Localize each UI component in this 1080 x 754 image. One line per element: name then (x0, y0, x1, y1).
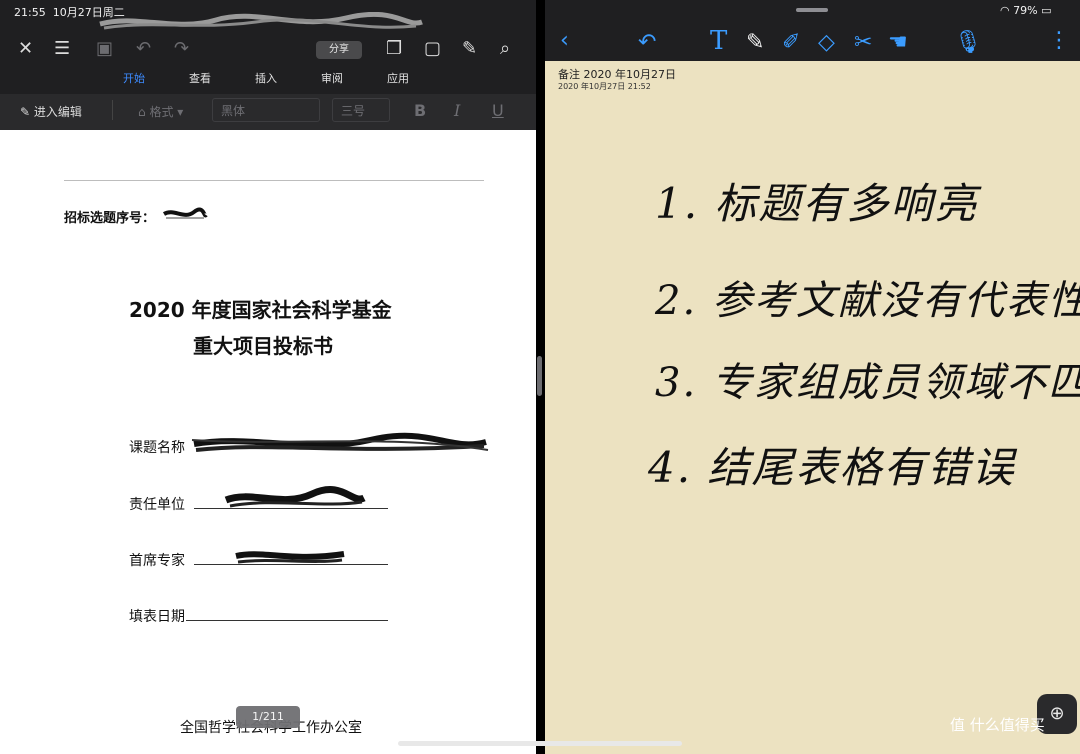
redacted-serial (162, 207, 208, 219)
pen-icon[interactable]: ✎ (462, 40, 477, 58)
doc-title-line1: 2020 年度国家社会科学基金 (129, 298, 392, 322)
tab-apps[interactable]: 应用 (387, 70, 409, 86)
handwritten-line-2: 2. 参考文献没有代表性 (655, 278, 1080, 324)
fullscreen-icon[interactable]: ▢ (424, 40, 441, 58)
enter-edit-label: 进入编辑 (33, 105, 82, 119)
zoom-in-icon: ⊕ (1049, 703, 1065, 724)
handwritten-line-1: 1. 标题有多响亮 (655, 179, 979, 228)
menu-icon[interactable]: ☰ (54, 40, 70, 58)
battery-icon: ▭ (1041, 4, 1052, 17)
battery-percent: 79% (1013, 4, 1038, 17)
eraser-icon[interactable]: ◇ (818, 32, 835, 54)
back-icon[interactable]: ‹ (560, 30, 569, 52)
highlighter-icon[interactable]: ✐ (782, 32, 800, 54)
text-tool-icon[interactable]: T (710, 28, 727, 54)
scissors-icon[interactable]: ✂ (854, 32, 872, 54)
tab-view[interactable]: 查看 (189, 70, 211, 86)
italic-button[interactable]: I (454, 101, 460, 120)
share-button[interactable]: 分享 (316, 41, 362, 59)
note-title: 备注 2020 年10月27日 (558, 68, 676, 81)
serial-number-label: 招标选题序号： (64, 211, 156, 226)
wifi-icon: ◠ (1000, 4, 1010, 17)
save-icon[interactable]: ▣ (96, 40, 113, 58)
format-button[interactable]: ⌂ 格式 ▾ (138, 103, 183, 120)
enter-edit-button[interactable]: ✎ 进入编辑 (20, 103, 82, 120)
undo-icon[interactable]: ↶ (136, 40, 151, 58)
redacted-expert (235, 551, 345, 564)
tab-insert[interactable]: 插入 (255, 70, 277, 86)
font-size-select[interactable]: 三号 (332, 98, 390, 122)
watermark: 值 什么值得买 (950, 716, 1045, 734)
toolbar-divider (112, 100, 113, 120)
edit-icon: ✎ (20, 105, 31, 119)
doc-title-line2: 重大项目投标书 (193, 334, 333, 358)
pen-tool-icon[interactable]: ✎ (746, 32, 764, 54)
field-label-unit: 责任单位 (129, 497, 185, 513)
format-label: 格式 (149, 105, 174, 119)
note-timestamp: 2020 年10月27日 21:52 (558, 82, 651, 91)
redo-icon[interactable]: ↷ (174, 40, 189, 58)
split-view-divider-handle[interactable] (537, 356, 542, 396)
field-label-date: 填表日期 (129, 609, 185, 625)
windows-icon[interactable]: ❐ (386, 40, 402, 58)
tab-review[interactable]: 审阅 (321, 70, 343, 86)
handwritten-line-3: 3. 专家组成员领域不匹配 (655, 360, 1080, 406)
redacted-document-title (99, 12, 423, 30)
multitask-grabber[interactable] (796, 8, 828, 12)
undo-icon[interactable]: ↶ (638, 32, 656, 54)
header-rule (64, 180, 484, 181)
font-family-select[interactable]: 黑体 (212, 98, 320, 122)
more-icon[interactable]: ⋮ (1048, 30, 1070, 52)
underline-button[interactable]: U (492, 101, 504, 120)
home-indicator[interactable] (398, 741, 682, 746)
hand-icon[interactable]: ☚ (888, 32, 908, 54)
handwritten-line-4: 4. 结尾表格有错误 (648, 443, 1016, 492)
field-label-topic: 课题名称 (129, 440, 185, 456)
field-label-expert: 首席专家 (129, 553, 185, 569)
search-icon[interactable]: ⌕ (500, 40, 510, 58)
redacted-topic (191, 432, 489, 452)
date-underline (186, 620, 388, 621)
format-painter-icon: ⌂ (138, 105, 146, 119)
page-indicator: 1/211 (236, 706, 300, 728)
tab-home[interactable]: 开始 (123, 70, 145, 86)
mic-icon[interactable]: 🎙 (954, 32, 982, 54)
bold-button[interactable]: B (414, 101, 426, 120)
redacted-unit (224, 486, 366, 508)
close-icon[interactable]: ✕ (18, 40, 33, 58)
status-time: 21:55 (14, 6, 46, 19)
status-bar-right: ◠ 79% ▭ (1000, 4, 1051, 17)
